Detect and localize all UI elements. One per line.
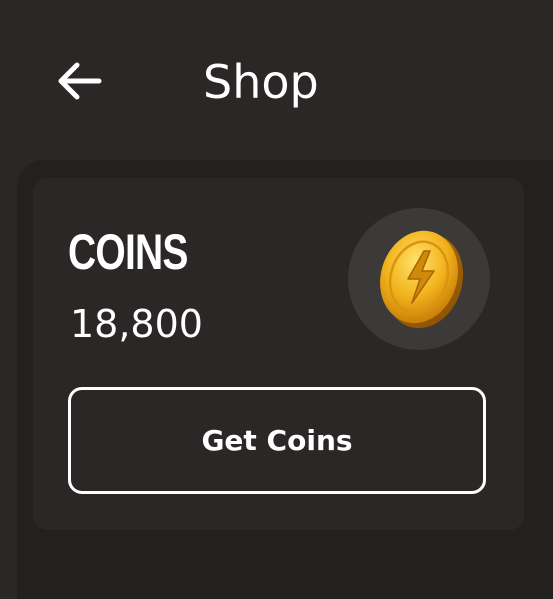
page-title: Shop <box>203 55 319 109</box>
arrow-left-icon <box>58 62 102 100</box>
get-coins-button[interactable]: Get Coins <box>68 387 486 494</box>
gold-coin-lightning-icon <box>380 230 464 329</box>
app-header: Shop <box>0 0 553 160</box>
shop-screen: Shop COINS 18,800 Get Coins <box>0 0 553 599</box>
coins-balance: 18,800 <box>70 302 203 346</box>
back-button[interactable] <box>48 50 110 112</box>
coins-label: COINS <box>68 224 188 280</box>
